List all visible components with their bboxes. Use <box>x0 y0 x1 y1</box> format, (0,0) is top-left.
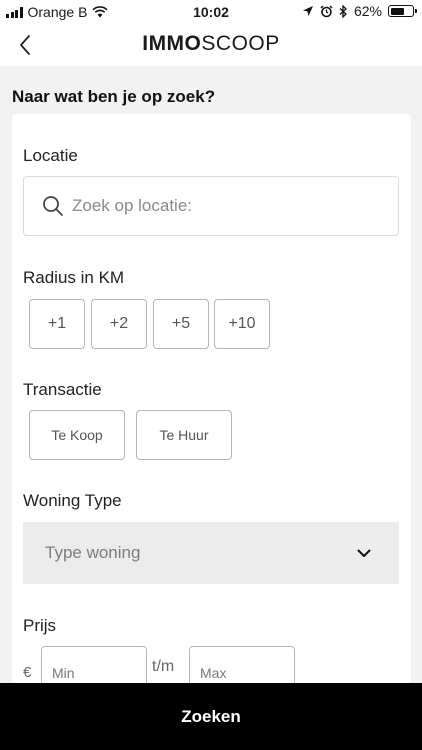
price-min-input[interactable] <box>52 665 142 681</box>
search-icon <box>43 196 63 216</box>
transaction-rent-button[interactable]: Te Huur <box>136 410 232 460</box>
radius-option-2[interactable]: +2 <box>91 299 147 349</box>
search-form-card: Locatie Radius in KM +1 +2 +5 +10 Transa… <box>12 114 411 684</box>
radius-label: Radius in KM <box>23 268 125 287</box>
logo-part-light: SCOOP <box>201 32 280 55</box>
price-min-field[interactable] <box>41 646 147 684</box>
transaction-buy-button[interactable]: Te Koop <box>29 410 125 460</box>
battery-percent: 62% <box>353 3 382 19</box>
bluetooth-icon <box>339 4 347 18</box>
battery-icon <box>388 5 417 17</box>
property-type-label: Woning Type <box>23 491 122 510</box>
price-range-row: € t/m <box>12 646 411 684</box>
navigation-bar: IMMOSCOOP <box>0 24 422 66</box>
app-logo: IMMOSCOOP <box>0 32 422 56</box>
transaction-label: Transactie <box>23 380 102 399</box>
price-max-field[interactable] <box>189 646 295 684</box>
status-right: 62% <box>302 3 417 19</box>
location-label: Locatie <box>23 146 78 165</box>
price-range-separator: t/m <box>152 658 175 675</box>
location-search-input[interactable] <box>72 196 372 216</box>
alarm-icon <box>320 4 333 17</box>
currency-symbol: € <box>23 664 32 681</box>
battery-level <box>390 7 404 15</box>
status-bar: Orange B 10:02 62% <box>0 0 422 24</box>
chevron-down-icon <box>357 549 371 557</box>
price-label: Prijs <box>23 616 57 635</box>
page-heading: Naar wat ben je op zoek? <box>12 87 216 106</box>
location-arrow-icon <box>302 6 313 16</box>
property-type-select[interactable]: Type woning <box>23 522 399 584</box>
property-type-value: Type woning <box>45 543 141 562</box>
location-search-field[interactable] <box>23 176 399 236</box>
search-submit-label: Zoeken <box>181 706 241 726</box>
price-max-input[interactable] <box>200 665 290 681</box>
search-submit-button[interactable]: Zoeken <box>0 683 422 750</box>
radius-option-1[interactable]: +1 <box>29 299 85 349</box>
radius-option-10[interactable]: +10 <box>214 299 270 349</box>
logo-part-bold: IMMO <box>142 32 202 55</box>
radius-option-5[interactable]: +5 <box>153 299 209 349</box>
